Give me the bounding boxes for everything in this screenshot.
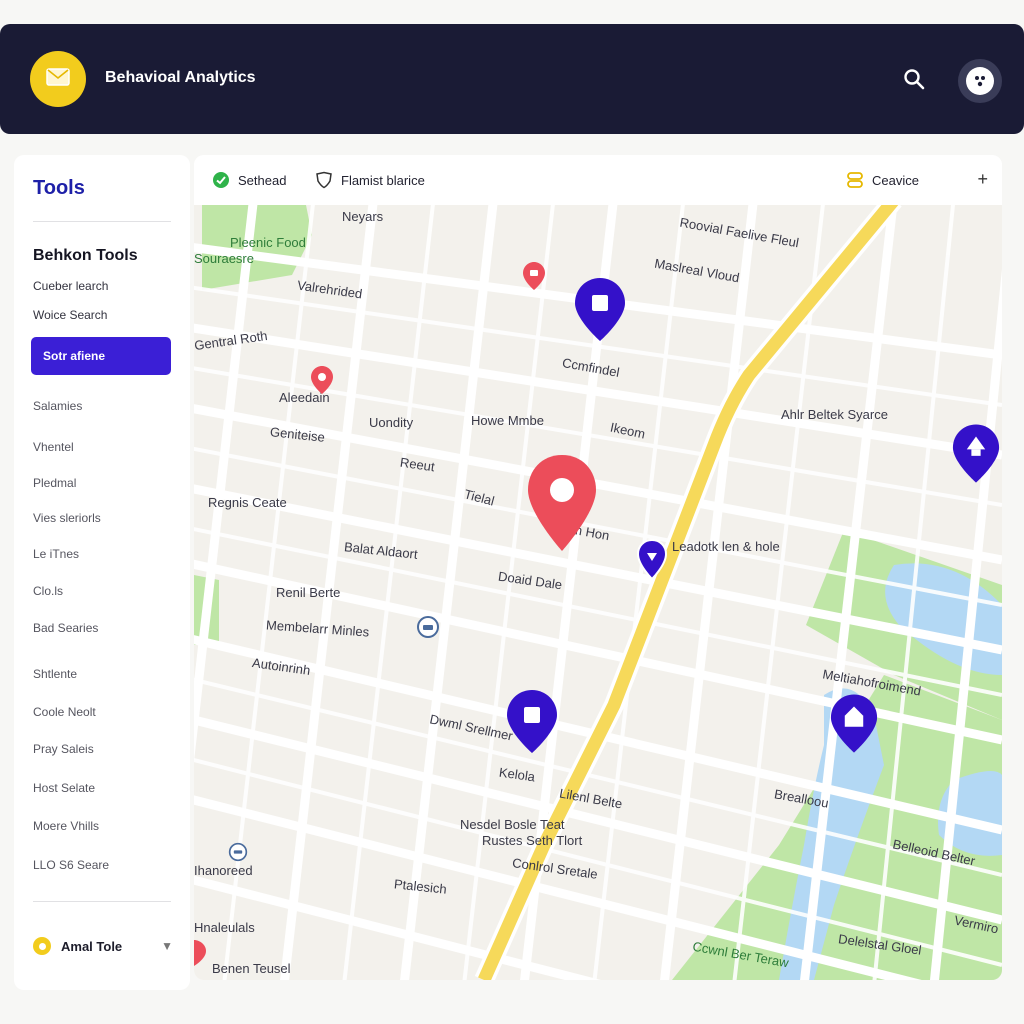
- sidebar-heading: Tools: [33, 177, 85, 199]
- map-label: Hnaleulals: [194, 920, 255, 935]
- map-label: Regnis Ceate: [208, 495, 287, 510]
- sidebar-list-item[interactable]: Coole Neolt: [33, 705, 96, 719]
- map-label: Nesdel Bosle Teat: [460, 817, 565, 832]
- poi-icon: [417, 616, 439, 638]
- location-pin-icon: [952, 424, 1000, 483]
- map-label: Ahlr Beltek Syarce: [781, 407, 888, 422]
- shield-icon: [315, 171, 333, 189]
- sidebar-divider: [33, 901, 171, 902]
- sidebar-item-active[interactable]: Sotr afiene: [31, 337, 171, 375]
- location-pin-icon: [575, 278, 625, 341]
- search-icon: [903, 68, 925, 95]
- map-label: Howe Mmbe: [471, 413, 544, 428]
- sidebar-list-item[interactable]: Pray Saleis: [33, 742, 94, 756]
- toolbar-item-label: Flamist blarice: [341, 172, 425, 188]
- sidebar-list-item[interactable]: Host Selate: [33, 781, 95, 795]
- app-logo[interactable]: [30, 51, 86, 107]
- sidebar-list-item[interactable]: Clo.ls: [33, 584, 63, 598]
- sidebar-list-item[interactable]: Le iTnes: [33, 547, 79, 561]
- sidebar-list-item[interactable]: LLO S6 Seare: [33, 858, 109, 872]
- sidebar-list-item[interactable]: Vies sleriorls: [33, 511, 101, 525]
- toolbar-item-ceavice[interactable]: Ceavice: [846, 171, 919, 189]
- map-label: Uondity: [369, 415, 414, 430]
- location-pin-icon: [830, 694, 878, 753]
- app-title: Behavioal Analytics: [105, 69, 256, 86]
- user-menu-button[interactable]: [958, 59, 1002, 103]
- map-label: Pleenic Food: [230, 235, 306, 250]
- add-button[interactable]: +: [977, 169, 988, 190]
- map-label: Neyars: [342, 209, 384, 224]
- map-label: Leadotk len & hole: [672, 539, 780, 554]
- toolbar-item-sethead[interactable]: Sethead: [212, 171, 286, 189]
- sidebar-bottom-label: Amal Tole: [61, 938, 123, 954]
- sidebar-divider: [33, 221, 171, 222]
- sidebar-list-item[interactable]: Moere Vhills: [33, 819, 99, 833]
- status-dot-icon: [33, 937, 51, 955]
- poi-icon: [228, 842, 248, 862]
- location-pin-icon: [528, 455, 596, 551]
- map-label: Ihanoreed: [194, 863, 253, 878]
- map-label: Benen Teusel: [212, 961, 291, 976]
- app-header: Behavioal Analytics: [0, 24, 1024, 134]
- sidebar-bottom-dropdown[interactable]: Amal Tole ▼: [33, 935, 173, 957]
- location-pin-icon: [507, 690, 557, 753]
- map-label: Rustes Seth Tlort: [482, 833, 583, 848]
- location-pin-icon: [311, 366, 333, 394]
- sidebar-list-item[interactable]: Pledmal: [33, 476, 76, 490]
- layers-icon: [846, 171, 864, 189]
- sidebar-list-item[interactable]: Salamies: [33, 399, 82, 413]
- sidebar-list-item[interactable]: Vhentel: [33, 440, 74, 454]
- search-button[interactable]: [897, 64, 931, 98]
- sidebar-list-item[interactable]: Bad Searies: [33, 621, 98, 635]
- toolbar-item-flamist[interactable]: Flamist blarice: [315, 171, 425, 189]
- sidebar-subheading: Behkon Tools: [33, 247, 138, 264]
- map-panel: Sethead Flamist blarice Ceavice + Neyars…: [194, 155, 1002, 980]
- tools-sidebar: Tools Behkon Tools Cueber learch Woice S…: [14, 155, 190, 990]
- map-label: Souraesre: [194, 251, 254, 266]
- map-toolbar: Sethead Flamist blarice Ceavice +: [194, 155, 1002, 205]
- toolbar-item-label: Sethead: [238, 172, 287, 188]
- location-pin-icon: [194, 940, 206, 966]
- user-avatar-icon: [966, 67, 994, 95]
- mail-icon: [46, 67, 70, 91]
- chevron-down-icon: ▼: [161, 939, 173, 953]
- sidebar-item-woice-search[interactable]: Woice Search: [33, 308, 107, 322]
- sidebar-item-cueber-learch[interactable]: Cueber learch: [33, 279, 108, 293]
- toolbar-item-label: Ceavice: [872, 172, 919, 188]
- map-canvas[interactable]: Neyars Pleenic Food Souraesre Valrehride…: [194, 205, 1002, 980]
- check-circle-icon: [212, 171, 230, 189]
- map-label: Renil Berte: [276, 585, 341, 600]
- location-pin-icon: [523, 262, 545, 290]
- sidebar-list-item[interactable]: Shtlente: [33, 667, 77, 681]
- location-pin-icon: [636, 539, 668, 581]
